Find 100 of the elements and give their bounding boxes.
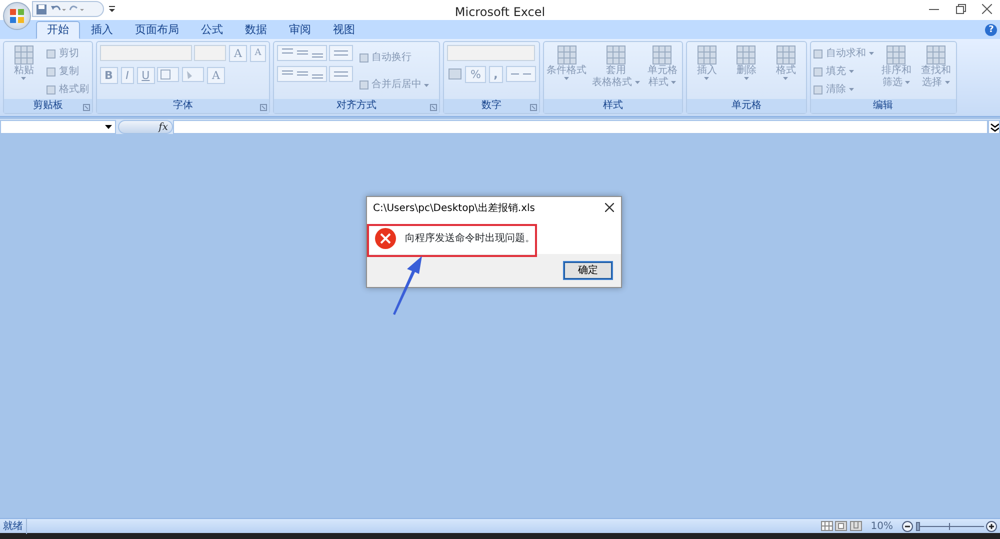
table-icon[interactable] — [924, 44, 948, 65]
format-button[interactable]: , — [488, 66, 503, 84]
ribbon-command[interactable]: 样式 — [648, 76, 669, 89]
group-label: 剪贴板 — [4, 99, 92, 113]
group-label: 单元格 — [687, 99, 806, 113]
table-icon[interactable] — [774, 44, 798, 65]
square-icon[interactable] — [46, 48, 56, 59]
square-icon[interactable] — [46, 84, 56, 95]
launcher-icon[interactable] — [260, 104, 267, 111]
format-button[interactable]: I — [120, 67, 134, 84]
dialog-title: C:\Users\pc\Desktop\出差报销.xls — [373, 202, 536, 216]
launcher-icon[interactable] — [430, 104, 437, 111]
square-icon[interactable] — [358, 80, 369, 90]
group-label: 编辑 — [810, 99, 956, 113]
square-icon[interactable] — [813, 48, 824, 59]
group-label: 字体 — [96, 99, 269, 113]
group-label: 数字 — [444, 99, 539, 113]
format-button[interactable]: % — [465, 66, 486, 84]
dropdown-icon[interactable] — [105, 124, 112, 128]
table-icon[interactable] — [12, 44, 36, 65]
ribbon-command[interactable]: 粘贴 — [14, 64, 34, 77]
ribbon-command[interactable]: 排序和 — [881, 64, 912, 77]
error-icon — [375, 228, 396, 249]
ribbon-tab[interactable]: 审阅 — [278, 21, 322, 39]
square-icon[interactable] — [46, 66, 56, 77]
square-icon[interactable] — [813, 66, 824, 77]
office-button[interactable] — [3, 2, 31, 30]
ribbon-command[interactable]: 复制 — [59, 66, 79, 78]
size-field[interactable] — [194, 44, 226, 61]
restore-icon[interactable] — [956, 4, 966, 14]
insert-function-button[interactable]: fx — [158, 120, 168, 134]
customize-toolbar-icon[interactable] — [109, 6, 115, 13]
expand-icon[interactable] — [988, 120, 1000, 134]
ribbon-command[interactable]: 合并后居中 — [372, 79, 422, 92]
squares-icon — [9, 8, 25, 24]
ribbon-tab[interactable]: 页面布局 — [124, 21, 190, 39]
table-icon[interactable] — [884, 44, 908, 65]
square-icon[interactable] — [358, 53, 369, 64]
table-icon[interactable] — [554, 44, 579, 65]
font-field[interactable] — [100, 44, 192, 61]
ribbon-command[interactable]: 剪切 — [59, 48, 79, 60]
table-icon[interactable] — [604, 44, 628, 65]
ribbon-command[interactable]: 单元格 — [647, 64, 678, 77]
square-icon[interactable] — [813, 84, 824, 95]
zoom-out-icon[interactable] — [902, 520, 913, 532]
group-label: 样式 — [544, 99, 682, 113]
ribbon-tab[interactable]: 数据 — [234, 21, 278, 39]
help-button[interactable]: ? — [985, 24, 998, 36]
ribbon-command[interactable]: 选择 — [922, 76, 942, 89]
zoom-slider[interactable] — [916, 522, 984, 530]
slider-thumb[interactable] — [916, 522, 920, 530]
currency-icon[interactable] — [446, 66, 463, 82]
normal-view-icon[interactable] — [820, 521, 833, 531]
format-button[interactable]: U — [136, 67, 155, 84]
vertical-align-icon[interactable] — [276, 44, 327, 61]
table-icon[interactable] — [734, 44, 758, 65]
save-icon[interactable] — [36, 4, 47, 14]
table-icon[interactable] — [694, 44, 719, 65]
ribbon-tab[interactable]: 开始 — [36, 21, 80, 39]
formula-input[interactable] — [173, 120, 988, 134]
ribbon-command[interactable]: 清除 — [826, 84, 846, 96]
orientation-icon[interactable] — [329, 44, 354, 61]
border-icon[interactable] — [157, 67, 180, 82]
ribbon-command[interactable]: 筛选 — [882, 76, 903, 89]
ribbon-command[interactable]: 套用 — [606, 64, 626, 77]
error-message: 向程序发送命令时出现问题。 — [405, 232, 535, 246]
group-label: 对齐方式 — [274, 99, 439, 113]
zoom-in-icon[interactable] — [986, 520, 998, 532]
ribbon-command[interactable]: 自动求和 — [826, 48, 866, 60]
indent-icon[interactable] — [329, 66, 354, 82]
page-layout-icon[interactable] — [835, 521, 848, 531]
format-button[interactable]: A — [229, 44, 247, 62]
page-break-icon[interactable] — [850, 521, 862, 531]
ribbon-command[interactable]: 插入 — [696, 64, 717, 77]
ribbon-command[interactable]: 填充 — [826, 66, 846, 78]
ribbon-command[interactable]: 条件格式 — [546, 64, 587, 77]
formula-bar-grip[interactable]: fx — [118, 120, 173, 134]
ribbon-command[interactable]: 自动换行 — [372, 52, 412, 64]
launcher-icon[interactable] — [82, 104, 90, 111]
number-format-field[interactable] — [446, 44, 535, 61]
decimal-icon[interactable] — [506, 66, 536, 82]
ribbon-command[interactable]: 表格格式 — [592, 76, 632, 89]
zoom-level[interactable]: 10% — [870, 518, 893, 534]
ribbon-tab[interactable]: 视图 — [322, 21, 366, 39]
ribbon-command[interactable]: 格式 — [776, 64, 796, 77]
ribbon-command[interactable]: 查找和 — [920, 64, 951, 77]
format-button[interactable]: A — [206, 67, 225, 84]
ribbon-command[interactable]: 删除 — [736, 64, 756, 77]
ribbon-command[interactable]: 格式刷 — [59, 84, 89, 96]
format-button[interactable]: A — [250, 44, 266, 62]
launcher-icon[interactable] — [530, 104, 537, 111]
ribbon-tab[interactable]: 插入 — [80, 21, 124, 39]
ribbon-tab[interactable]: 公式 — [190, 21, 234, 39]
format-button[interactable]: B — [100, 67, 118, 84]
close-icon[interactable] — [605, 203, 614, 212]
close-icon[interactable] — [982, 4, 992, 14]
ok-button[interactable]: 确定 — [564, 262, 612, 279]
align-icon[interactable] — [276, 66, 327, 82]
fill-color-icon[interactable] — [182, 67, 204, 82]
table-icon[interactable] — [650, 44, 674, 65]
